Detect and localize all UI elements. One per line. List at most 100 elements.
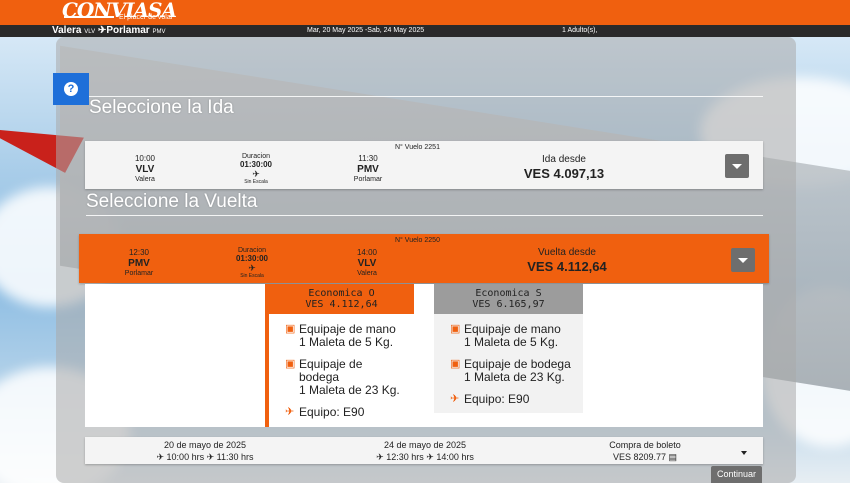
departure-city: Valera: [135, 176, 155, 183]
chevron-down-icon: [738, 257, 748, 263]
plane-icon: ✈: [285, 406, 295, 418]
dest-city: Porlamar: [106, 25, 150, 36]
fare-header: Economica O VES 4.112,64: [269, 284, 414, 314]
origin-city: Valera: [52, 25, 82, 36]
fare-price: VES 4.112,64: [305, 299, 378, 310]
logo-tagline: El placer de volar: [119, 14, 174, 21]
fare-economica-o[interactable]: Economica O VES 4.112,64 ▣ Equipaje de m…: [265, 284, 414, 427]
arrival-city: Valera: [357, 270, 377, 277]
departure-info: 12:30 PMV Porlamar: [119, 248, 159, 277]
chevron-down-icon[interactable]: [741, 451, 747, 455]
takeoff-icon: ✈: [376, 452, 384, 462]
plane-icon: ✈: [252, 169, 260, 179]
departure-info: 10:00 VLV Valera: [125, 154, 165, 183]
arrival-info: 11:30 PMV Porlamar: [348, 154, 388, 183]
trip-passengers: 1 Adulto(s),: [562, 27, 598, 34]
checked-detail: 1 Maleta de 23 Kg.: [464, 370, 565, 384]
plane-icon: ✈: [248, 263, 256, 273]
checked-detail: 1 Maleta de 23 Kg.: [299, 383, 400, 397]
stops-label: Sin Escala: [244, 179, 268, 185]
suitcase-icon: ▣: [450, 358, 461, 370]
equipment-item: ✈ Equipo: E90: [450, 393, 583, 406]
help-icon: ?: [64, 82, 78, 96]
carry-on-detail: 1 Maleta de 5 Kg.: [299, 335, 394, 349]
logo-underline: [64, 16, 114, 18]
divider: [89, 96, 763, 97]
departure-time: 12:30: [128, 248, 150, 257]
arrival-code: VLV: [357, 258, 377, 269]
price-label: Ida desde: [542, 154, 586, 165]
duration-info: Duracion 01:30:00 ✈ Sin Escala: [227, 247, 277, 279]
outbound-depart: 10:00 hrs: [166, 452, 205, 462]
flight-number: N° Vuelo 2251: [395, 144, 440, 151]
origin-code: VLV: [84, 29, 96, 35]
conviasa-logo[interactable]: CONVIASA El placer de volar: [62, 0, 187, 23]
equipment-label: Equipo: E90: [299, 405, 365, 419]
suitcase-icon: ▣: [450, 323, 461, 335]
fare-name: Economica S: [475, 288, 542, 299]
price-label: Vuelta desde: [537, 247, 596, 258]
carry-on-detail: 1 Maleta de 5 Kg.: [464, 335, 559, 349]
outbound-title: Seleccione la Ida: [89, 97, 234, 118]
suitcase-icon: ▣: [285, 323, 296, 335]
fare-economica-s[interactable]: Economica S VES 6.165,97 ▣ Equipaje de m…: [434, 284, 583, 413]
arrival-code: PMV: [357, 164, 379, 175]
duration-info: Duracion 01:30:00 ✈ Sin Escala: [231, 153, 281, 185]
price-value: VES 4.097,13: [523, 166, 605, 181]
outbound-flight-card[interactable]: N° Vuelo 2251 10:00 VLV Valera Duracion …: [85, 141, 763, 189]
checked-bag-item: ▣ Equipaje de bodega 1 Maleta de 23 Kg.: [285, 358, 414, 397]
checked-bag-item: ▣ Equipaje de bodega 1 Maleta de 23 Kg.: [450, 358, 583, 384]
purchase-total-row: VES 8209.77 ▤: [595, 451, 695, 463]
fare-details: ▣ Equipaje de mano 1 Maleta de 5 Kg. ▣ Eq…: [269, 314, 414, 427]
return-times: ✈ 12:30 hrs ✈ 14:00 hrs: [365, 451, 485, 463]
outbound-times: ✈ 10:00 hrs ✈ 11:30 hrs: [145, 451, 265, 463]
return-depart: 12:30 hrs: [386, 452, 424, 462]
booking-summary[interactable]: 20 de mayo de 2025 ✈ 10:00 hrs ✈ 11:30 h…: [85, 437, 763, 464]
collapse-button[interactable]: [731, 248, 755, 272]
carry-on-item: ▣ Equipaje de mano 1 Maleta de 5 Kg.: [450, 323, 583, 349]
arrival-info: 14:00 VLV Valera: [347, 248, 387, 277]
fare-name: Economica O: [308, 288, 375, 299]
plane-icon: ✈: [450, 393, 460, 405]
fare-details: ▣ Equipaje de mano 1 Maleta de 5 Kg. ▣ Eq…: [434, 314, 583, 413]
fare-price: VES 6.165,97: [472, 299, 545, 310]
arrival-time: 11:30: [358, 154, 378, 163]
fare-header: Economica S VES 6.165,97: [434, 284, 583, 314]
departure-code: VLV: [135, 164, 155, 175]
purchase-total: VES 8209.77: [612, 452, 666, 462]
return-arrive: 14:00 hrs: [436, 452, 474, 462]
landing-icon: ✈: [206, 452, 215, 462]
expand-button[interactable]: [725, 154, 749, 178]
return-title: Seleccione la Vuelta: [86, 191, 258, 212]
trip-route: Valera VLV ✈Porlamar PMV: [52, 25, 166, 36]
outbound-arrive: 11:30 hrs: [216, 452, 254, 462]
purchase-summary: Compra de boleto VES 8209.77 ▤: [595, 439, 695, 463]
trip-summary-bar: Valera VLV ✈Porlamar PMV Mar, 20 May 202…: [0, 25, 850, 37]
equipment-item: ✈ Equipo: E90: [285, 406, 414, 419]
return-date: 24 de mayo de 2025: [383, 440, 467, 450]
suitcase-icon: ▣: [285, 358, 296, 370]
stops-label: Sin Escala: [240, 273, 264, 279]
takeoff-icon: ✈: [156, 452, 165, 462]
duration-label: Duracion: [241, 153, 270, 160]
chevron-down-icon: [732, 163, 742, 169]
top-header: CONVIASA El placer de volar: [0, 0, 850, 25]
duration-label: Duracion: [237, 247, 266, 254]
trip-dates: Mar, 20 May 2025 -Sab, 24 May 2025: [307, 27, 425, 34]
arrival-city: Porlamar: [353, 176, 383, 183]
equipment-label: Equipo: E90: [464, 392, 530, 406]
departure-city: Porlamar: [124, 270, 154, 277]
return-flight-card[interactable]: N° Vuelo 2250 12:30 PMV Porlamar Duracio…: [79, 234, 769, 283]
duration-value: 01:30:00: [239, 160, 273, 169]
outbound-date: 20 de mayo de 2025: [163, 440, 247, 450]
arrival-time: 14:00: [356, 248, 378, 257]
purchase-label: Compra de boleto: [609, 440, 681, 450]
duration-value: 01:30:00: [235, 254, 269, 263]
outbound-summary: 20 de mayo de 2025 ✈ 10:00 hrs ✈ 11:30 h…: [145, 439, 265, 463]
carry-on-item: ▣ Equipaje de mano 1 Maleta de 5 Kg.: [285, 323, 414, 349]
departure-time: 10:00: [134, 154, 156, 163]
departure-code: PMV: [128, 258, 150, 269]
divider: [86, 215, 763, 216]
continue-button[interactable]: Continuar: [711, 466, 762, 483]
help-button[interactable]: ?: [53, 73, 89, 105]
